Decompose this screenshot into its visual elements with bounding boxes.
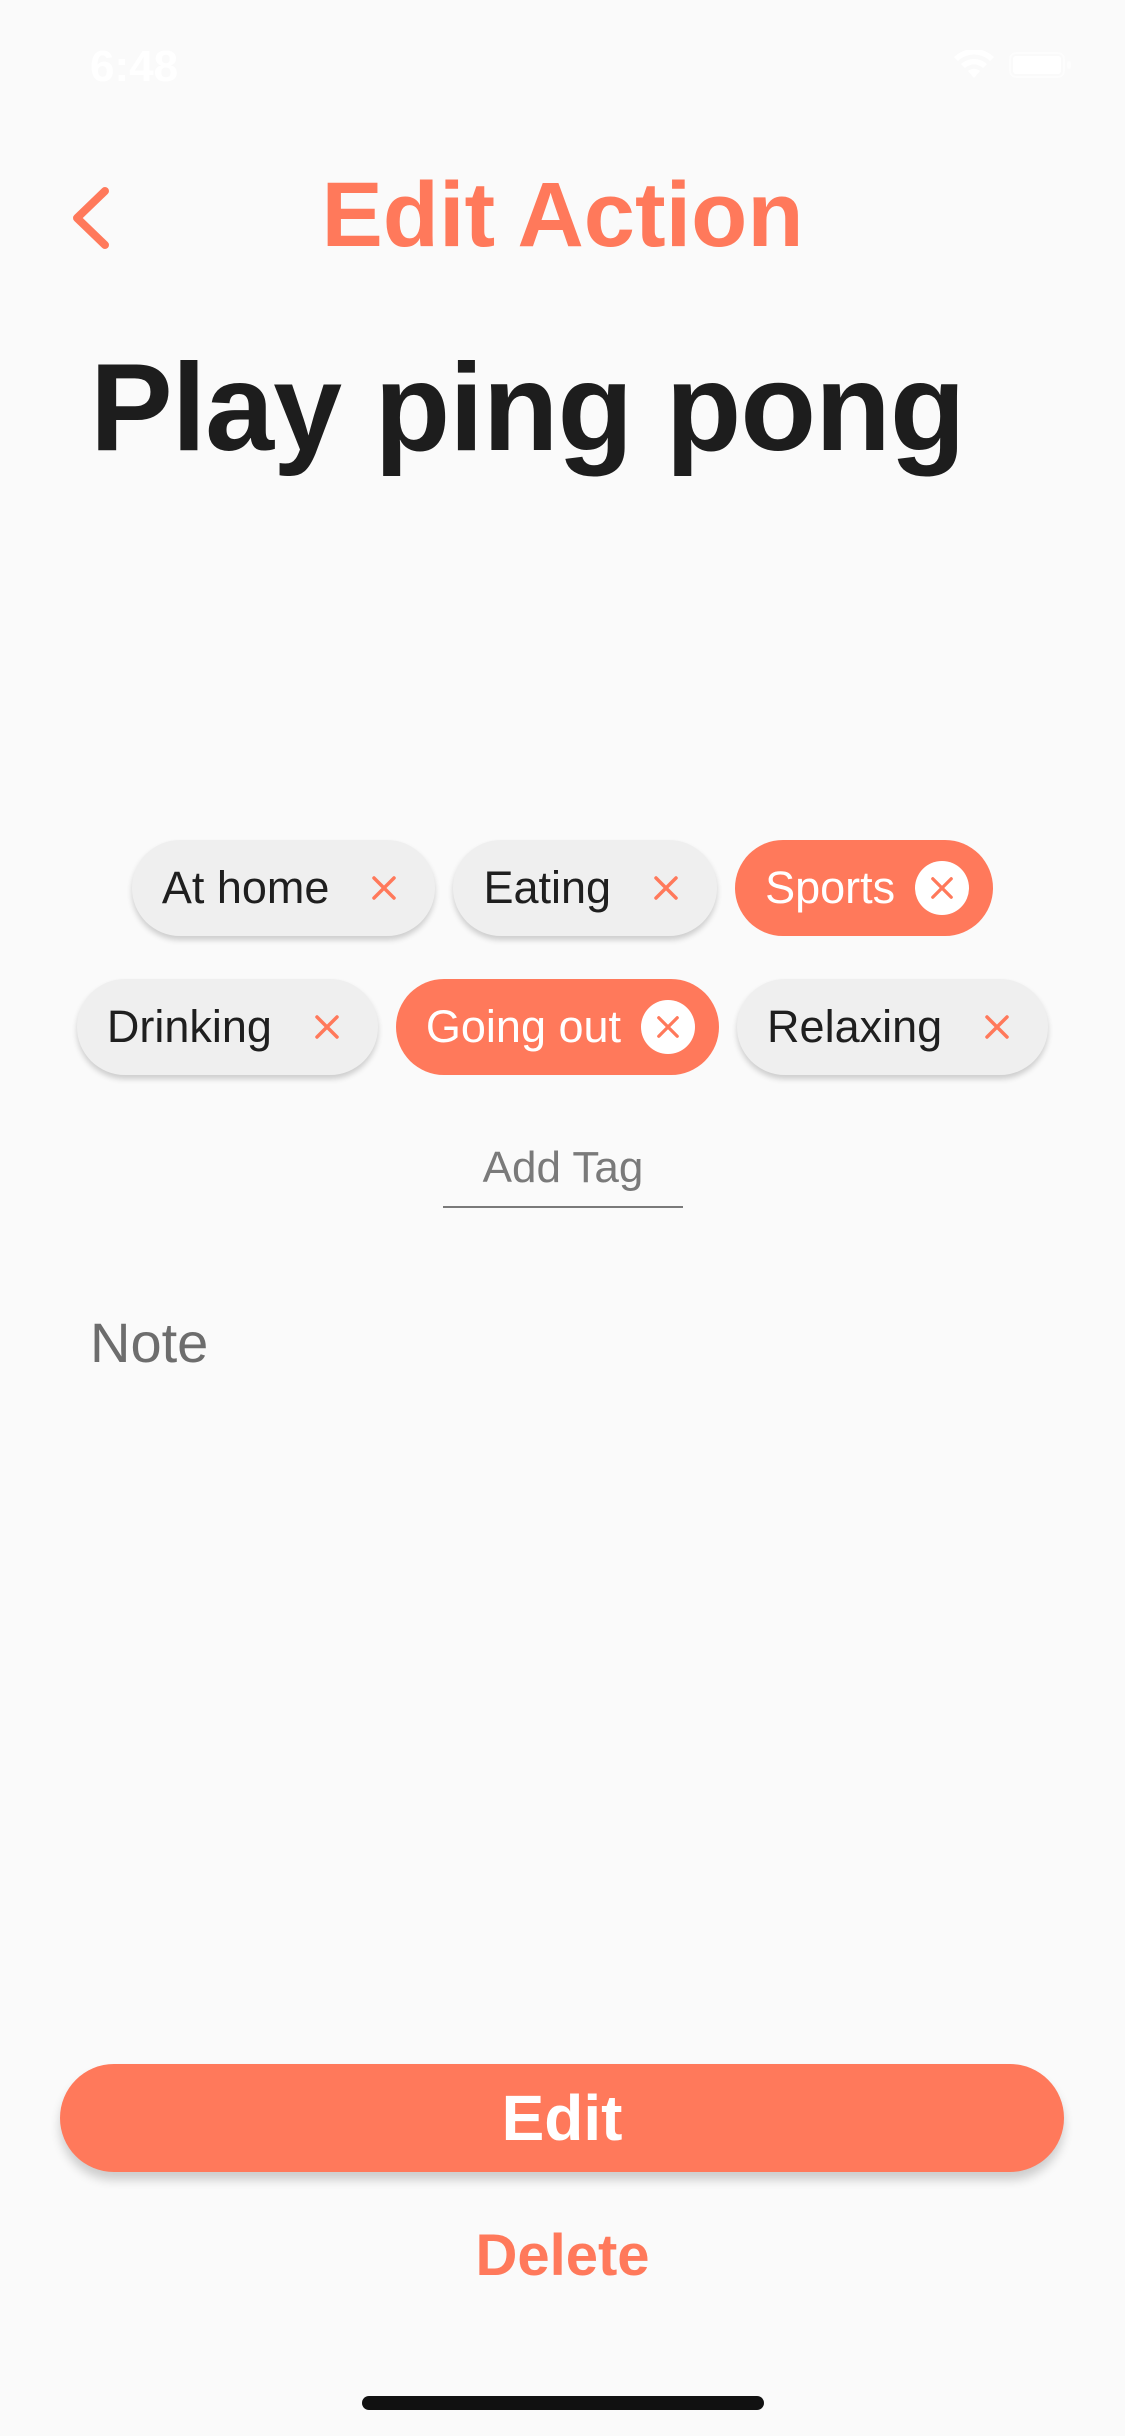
close-icon[interactable] [970,1000,1024,1054]
close-icon[interactable] [357,861,411,915]
tag-label: Sports [765,862,896,913]
status-icons [953,50,1073,80]
add-tag-input[interactable] [443,1130,683,1208]
close-icon[interactable] [915,861,970,915]
tag-label: Drinking [106,1001,272,1052]
close-icon[interactable] [639,861,693,915]
tag-list-row-2: Drinking Going out Relaxing [0,979,1125,1075]
tag-chip-eating[interactable]: Eating [453,840,718,936]
action-title: Play ping pong [90,339,966,477]
tag-chip-going-out[interactable]: Going out [395,979,720,1075]
edit-button[interactable]: Edit [60,2064,1064,2172]
tag-label: At home [161,862,330,913]
note-field[interactable] [90,1310,1040,1910]
tag-label: Relaxing [767,1001,943,1052]
close-icon[interactable] [300,1000,354,1054]
tag-chip-drinking[interactable]: Drinking [76,979,378,1075]
tag-chip-at-home[interactable]: At home [131,840,436,936]
battery-icon [1009,50,1073,80]
page-title: Edit Action [321,164,804,266]
close-icon[interactable] [641,1000,696,1054]
tag-label: Eating [483,862,612,913]
status-bar: 6:48 [0,0,1125,132]
delete-button[interactable]: Delete [0,2222,1125,2289]
tag-chip-sports[interactable]: Sports [735,840,994,936]
tag-chip-relaxing[interactable]: Relaxing [737,979,1049,1075]
tag-label: Going out [425,1001,622,1052]
home-indicator [362,2396,764,2410]
status-time: 6:48 [90,42,179,91]
wifi-icon [953,50,995,80]
tag-list-row-1: At home Eating Sports [0,840,1125,936]
